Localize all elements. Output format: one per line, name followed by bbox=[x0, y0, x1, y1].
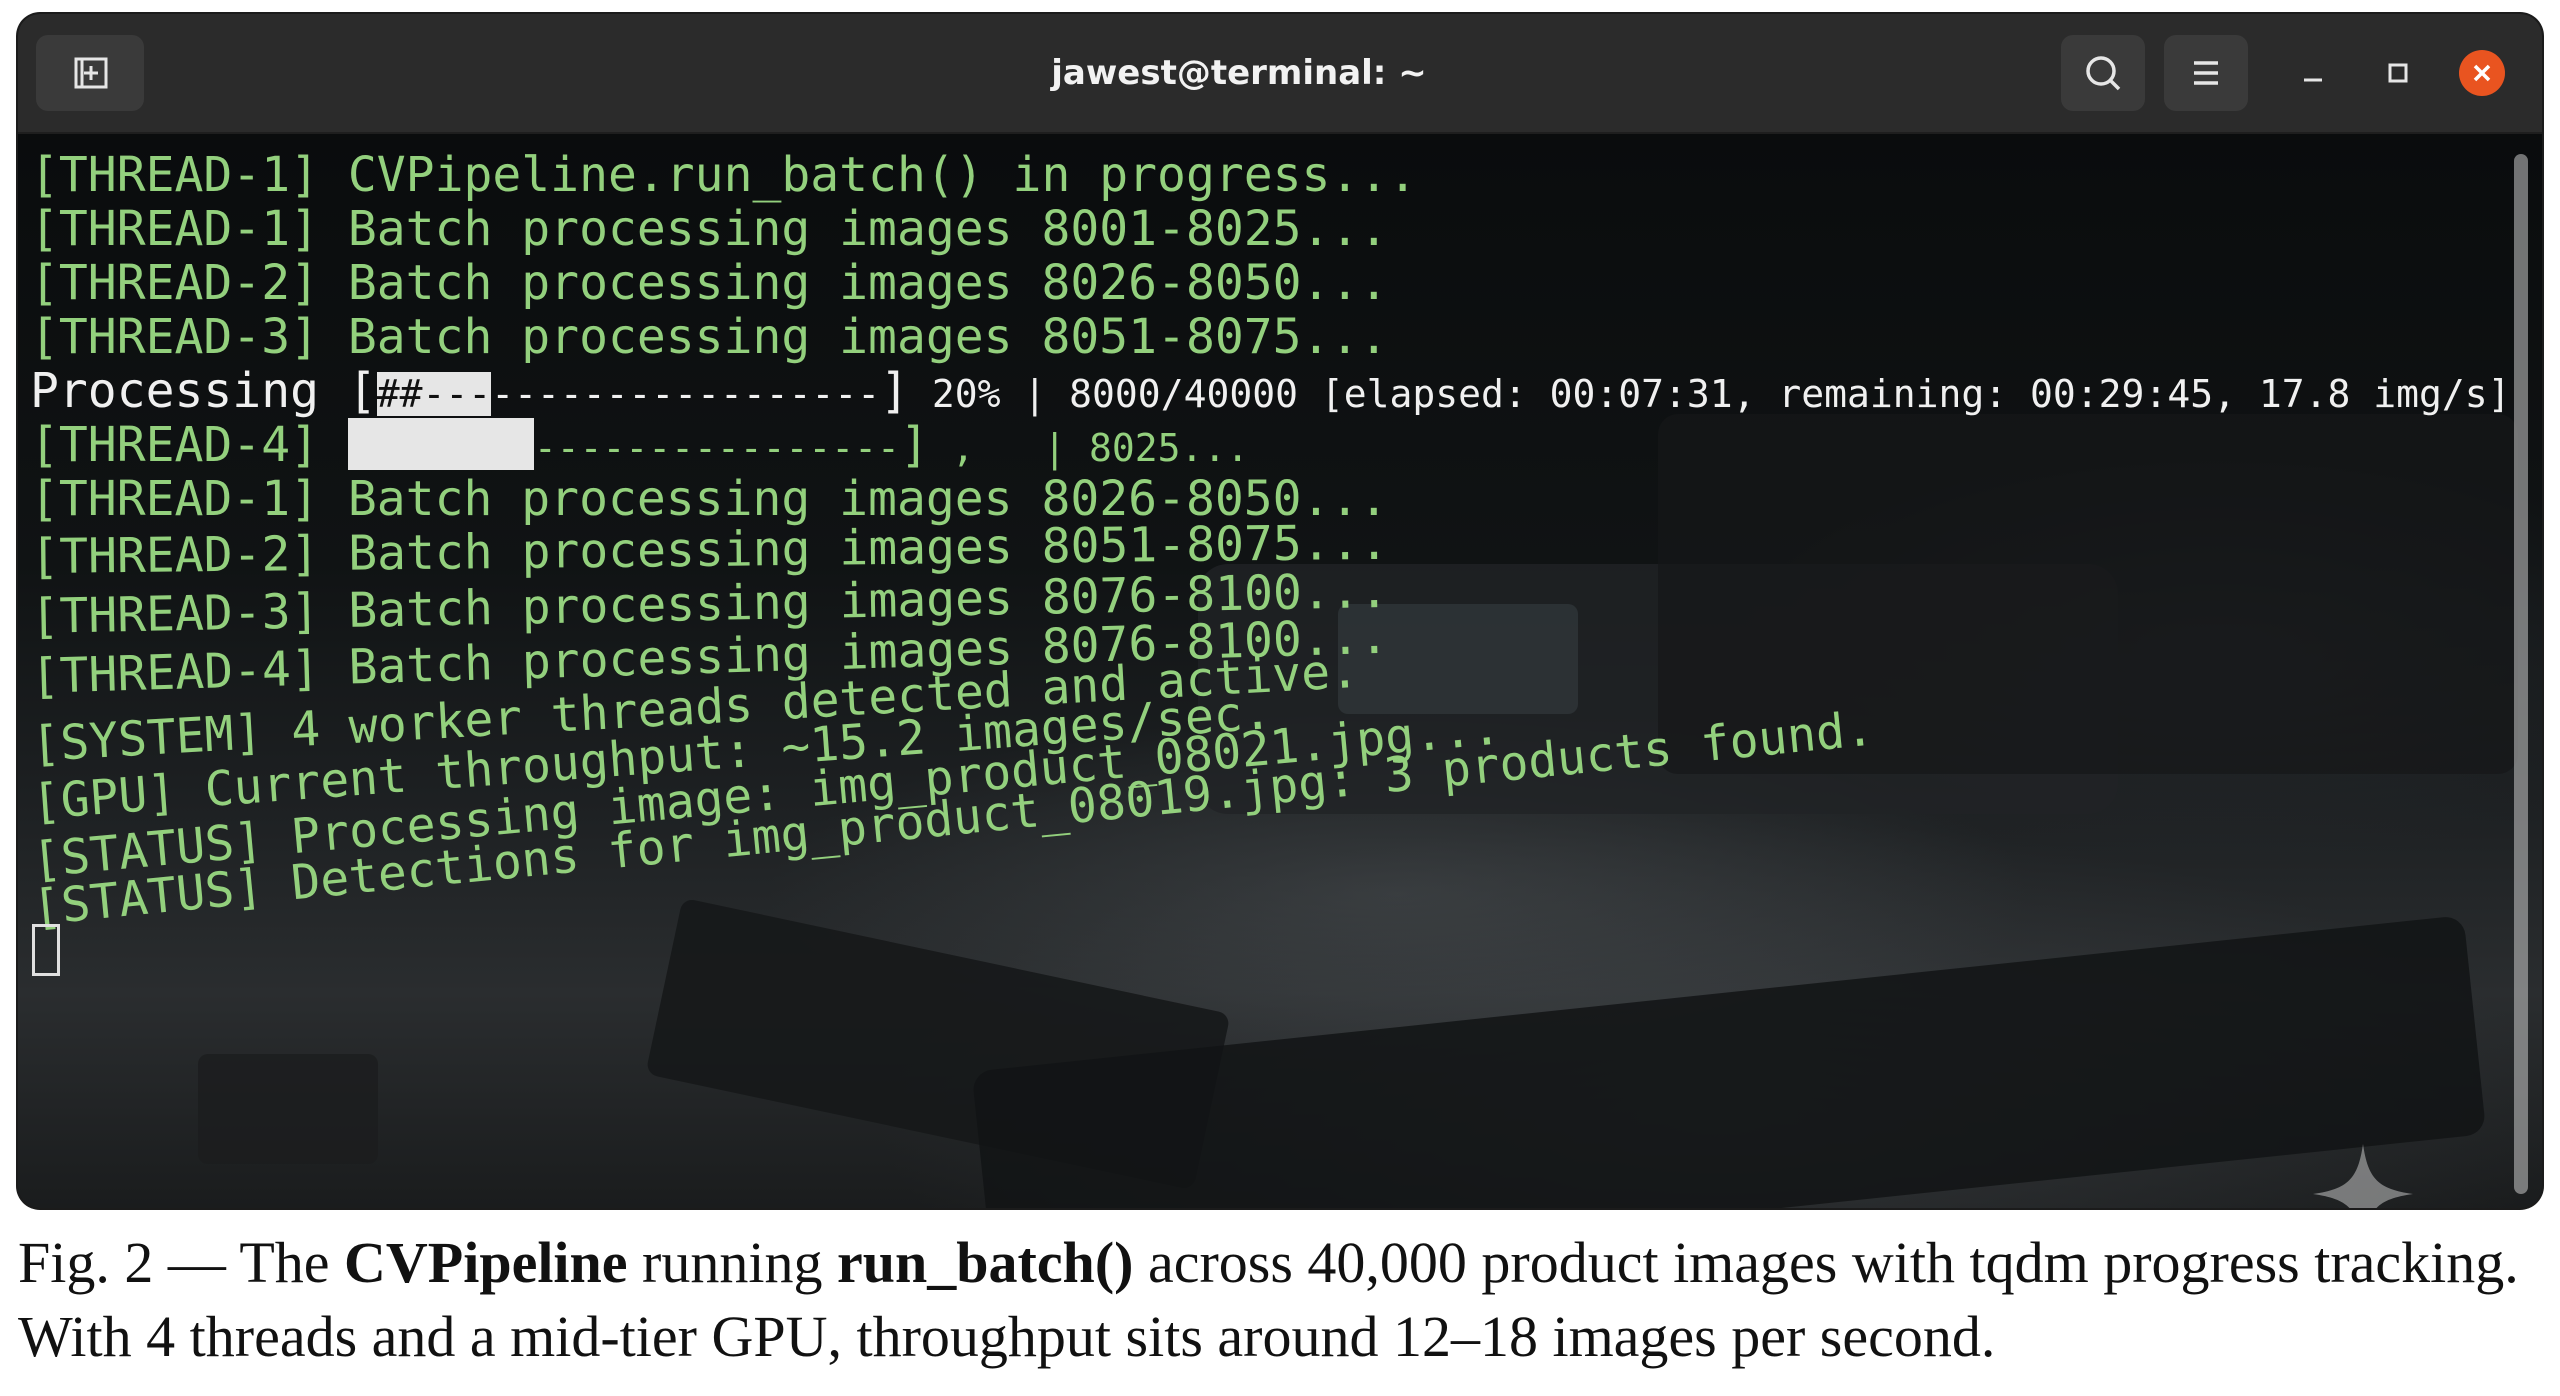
close-button[interactable] bbox=[2459, 50, 2505, 96]
thread4-tail: , | 8025... bbox=[928, 426, 1250, 470]
title-bar: jawest@terminal: ~ bbox=[18, 14, 2542, 134]
close-icon bbox=[2473, 64, 2491, 82]
progress-bar-close: ] bbox=[880, 363, 910, 419]
terminal-screen[interactable]: [THREAD-1] CVPipeline.run_batch() in pro… bbox=[18, 134, 2542, 1208]
caption-bold-term: run_batch() bbox=[836, 1230, 1134, 1295]
thread4-bar-rest: ---------------- bbox=[533, 426, 900, 470]
terminal-line: [THREAD-2] Batch processing images 8026-… bbox=[30, 255, 1389, 311]
new-tab-button[interactable] bbox=[36, 35, 144, 111]
progress-bar-open: [ bbox=[347, 363, 377, 419]
sparkle-watermark-icon bbox=[2313, 1144, 2413, 1208]
progress-bar-filled: ##--- bbox=[376, 372, 492, 416]
thread4-prefix: [THREAD-4] bbox=[30, 417, 348, 473]
scrollbar[interactable] bbox=[2514, 154, 2528, 1194]
caption-text: running bbox=[627, 1230, 837, 1295]
maximize-icon bbox=[2388, 63, 2408, 83]
window-title: jawest@terminal: ~ bbox=[1051, 53, 1427, 93]
terminal-line: [THREAD-3] Batch processing images 8051-… bbox=[30, 309, 1389, 365]
caption-bold-term: CVPipeline bbox=[344, 1230, 628, 1295]
minimize-icon bbox=[2304, 78, 2322, 82]
menu-button[interactable] bbox=[2164, 35, 2248, 111]
thread4-bar-close: ] bbox=[899, 417, 929, 473]
maximize-button[interactable] bbox=[2375, 50, 2421, 96]
progress-label: Processing bbox=[30, 363, 348, 419]
terminal-cursor bbox=[32, 924, 60, 976]
minimize-button[interactable] bbox=[2290, 50, 2336, 96]
terminal-line: [THREAD-1] CVPipeline.run_batch() in pro… bbox=[30, 147, 1418, 203]
thread4-progress-line: [THREAD-4] ----------------] , | 8025... bbox=[30, 418, 1249, 475]
terminal-window: jawest@terminal: ~ [THREAD-1] CVPipeline… bbox=[18, 14, 2542, 1208]
hamburger-menu-icon bbox=[2194, 61, 2218, 85]
figure-caption: Fig. 2 — The CVPipeline running run_batc… bbox=[18, 1226, 2548, 1374]
progress-bar-blank bbox=[347, 418, 534, 470]
new-tab-icon bbox=[74, 57, 108, 89]
search-icon bbox=[2086, 56, 2121, 91]
progress-bar-rest: ----------------- bbox=[491, 372, 881, 416]
caption-text: Fig. 2 — The bbox=[18, 1230, 344, 1295]
progress-stats: 20% | 8000/40000 [elapsed: 00:07:31, rem… bbox=[909, 372, 2511, 416]
terminal-line: [THREAD-1] Batch processing images 8001-… bbox=[30, 201, 1389, 257]
progress-line: Processing [##--------------------] 20% … bbox=[30, 364, 2511, 421]
search-button[interactable] bbox=[2061, 35, 2145, 111]
